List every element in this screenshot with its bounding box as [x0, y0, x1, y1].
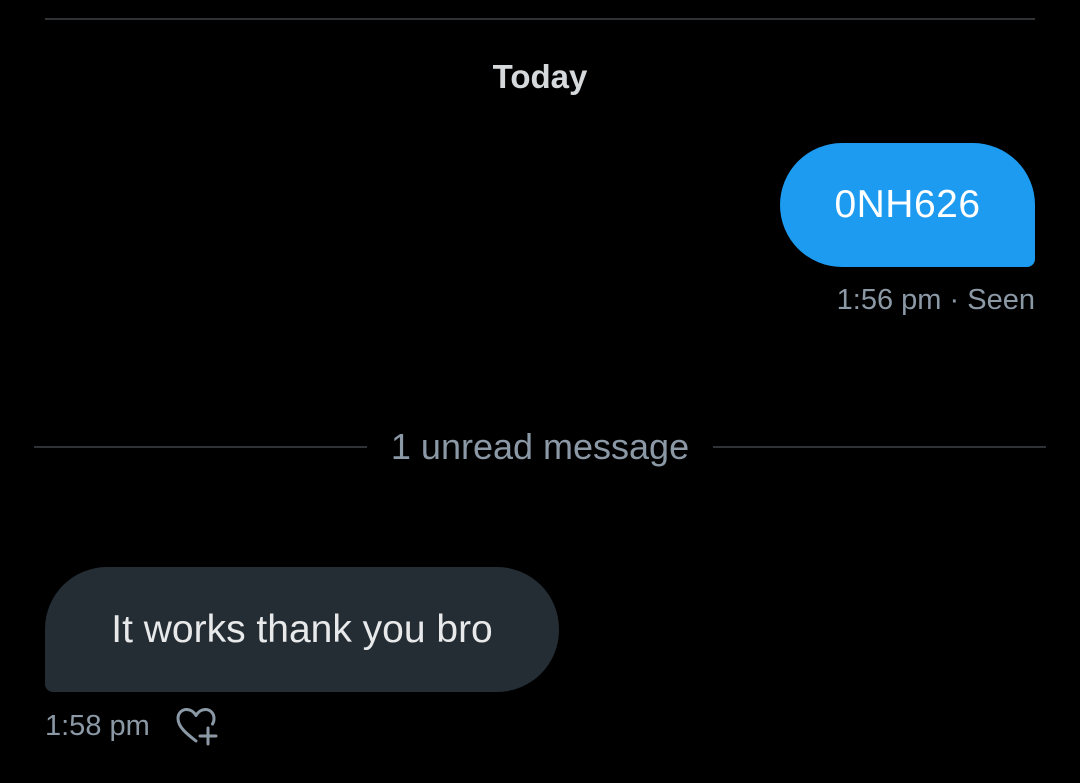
seen-status: Seen — [967, 284, 1035, 316]
sent-message-time: 1:56 pm — [836, 284, 942, 316]
sent-message-bubble[interactable]: 0NH626 — [780, 143, 1035, 267]
top-divider — [45, 18, 1035, 20]
day-separator-label: Today — [492, 58, 588, 95]
sent-message-meta: 1:56 pm · Seen — [837, 284, 1035, 317]
unread-divider-line-left — [34, 446, 367, 448]
sent-message-text: 0NH626 — [834, 183, 981, 226]
received-message-meta: 1:58 pm — [45, 704, 220, 748]
heart-plus-icon — [176, 708, 218, 746]
add-reaction-button[interactable] — [174, 704, 220, 748]
unread-message-label: 1 unread message — [390, 426, 690, 467]
unread-divider-line-right — [713, 446, 1047, 448]
unread-divider: 1 unread message — [34, 422, 1047, 472]
received-message-text: It works thank you bro — [111, 607, 493, 651]
received-message-bubble[interactable]: It works thank you bro — [45, 567, 559, 692]
meta-separator: · — [949, 284, 960, 316]
received-message-time: 1:58 pm — [45, 709, 150, 742]
